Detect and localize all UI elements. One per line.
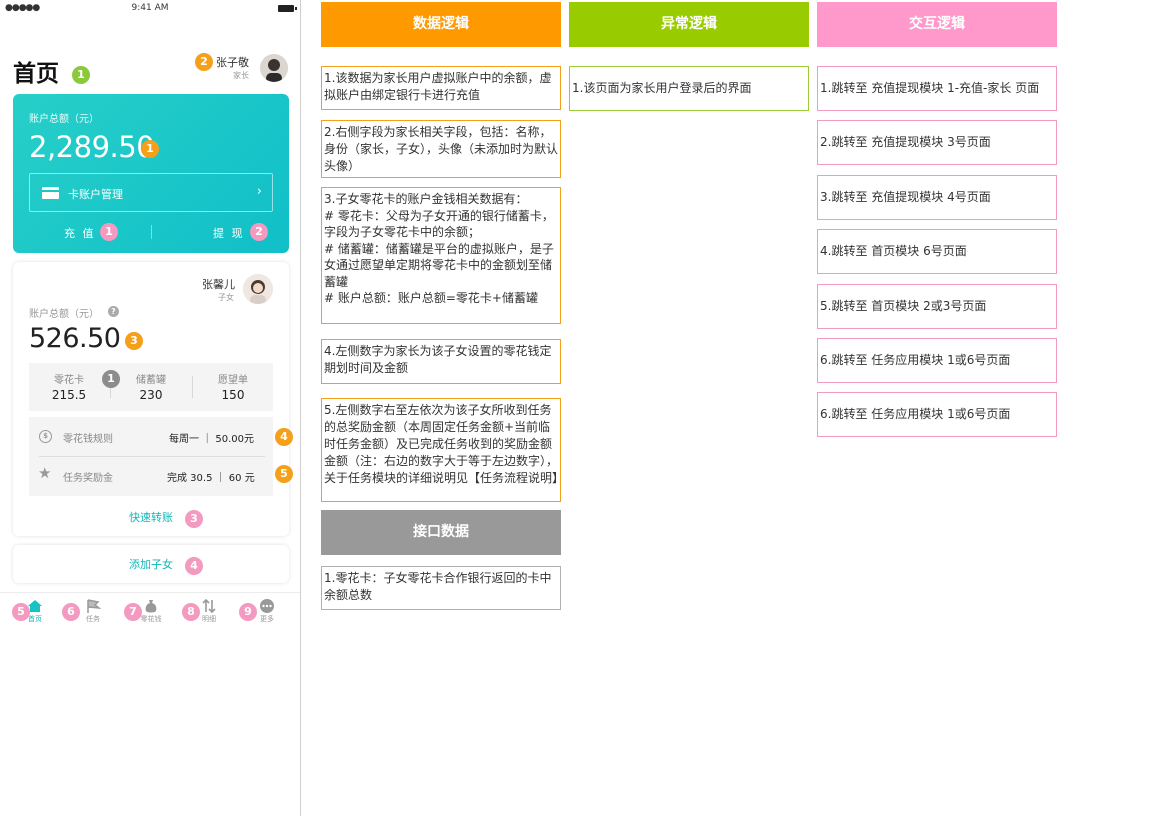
status-bar: ●●●●● 9:41 AM <box>0 0 300 18</box>
page-title: 首页 <box>13 61 59 87</box>
badge-recharge: 1 <box>100 223 118 241</box>
interaction-logic-header: 交互逻辑 <box>817 2 1057 47</box>
more-icon <box>259 598 275 613</box>
badge-withdraw: 2 <box>250 223 268 241</box>
parent-avatar[interactable] <box>260 54 288 82</box>
parent-role: 家长 <box>233 71 249 80</box>
interaction-logic-note: 4.跳转至 首页模块 6号页面 <box>817 229 1057 274</box>
interaction-logic-note: 3.跳转至 充值提现模块 4号页面 <box>817 175 1057 220</box>
button-divider <box>151 225 152 239</box>
exception-logic-header: 异常逻辑 <box>569 2 809 47</box>
stat-wishlist[interactable]: 愿望单 150 <box>193 371 273 402</box>
child-name: 张馨儿 <box>202 278 235 291</box>
parent-name: 张子敬 <box>216 56 249 69</box>
data-logic-note: 2.右侧字段为家长相关字段，包括：名称，身份（家长，子女），头像（未添加时为默认… <box>321 120 561 178</box>
allowance-rule-label: 零花钱规则 <box>63 434 113 445</box>
badge-parent: 2 <box>195 53 213 71</box>
account-total-label: 账户总额（元） <box>29 114 99 125</box>
exception-logic-note: 1.该页面为家长用户登录后的界面 <box>569 66 809 111</box>
badge-tab-detail: 8 <box>182 603 200 621</box>
badge-tab-more: 9 <box>239 603 257 621</box>
interaction-logic-note: 6.跳转至 任务应用模块 1或6号页面 <box>817 392 1057 437</box>
badge-stats: 1 <box>102 370 120 388</box>
task-reward-label: 任务奖励金 <box>63 473 113 484</box>
parent-avatar-image <box>260 54 288 82</box>
data-logic-note: 5.左侧数字右至左依次为该子女所收到任务的总奖励金额（本周固定任务金额+当前临时… <box>321 398 564 502</box>
interface-data-note: 1.零花卡：子女零花卡合作银行返回的卡中余额总数 <box>321 566 561 610</box>
stat-label: 零花卡 <box>54 375 84 386</box>
account-total-amount: 2,289.50 <box>29 130 155 164</box>
status-time: 9:41 AM <box>131 3 169 13</box>
card-icon <box>42 187 59 199</box>
stat-label: 愿望单 <box>218 375 248 386</box>
stat-value: 215.5 <box>51 388 87 402</box>
help-icon[interactable]: ? <box>108 306 119 317</box>
star-icon: ★ <box>38 464 52 482</box>
child-rules: $ 零花钱规则 每周一 ｜ 50.00元 ★ 任务奖励金 完成 30.5 ｜ 6… <box>29 417 273 496</box>
task-reward-value: 完成 30.5 ｜ 60 元 <box>167 473 255 484</box>
child-account-total-label: 账户总额（元） <box>29 309 99 320</box>
stat-savings-jar[interactable]: 储蓄罐 230 <box>111 371 191 402</box>
data-logic-note: 4.左侧数字为家长为该子女设置的零花钱定期划时间及金额 <box>321 339 561 384</box>
badge-add-child: 4 <box>185 557 203 575</box>
allowance-rule-value: 每周一 ｜ 50.00元 <box>169 434 254 445</box>
badge-tab-home: 5 <box>12 603 30 621</box>
child-stats: 零花卡 215.5 储蓄罐 230 愿望单 150 <box>29 363 273 411</box>
card-account-manage-button[interactable]: 卡账户管理 › <box>29 173 273 212</box>
interaction-logic-note: 1.跳转至 充值提现模块 1-充值-家长 页面 <box>817 66 1057 111</box>
stat-value: 150 <box>221 388 245 402</box>
money-bag-icon <box>143 598 159 613</box>
child-avatar-image <box>243 274 273 304</box>
add-child-button[interactable]: 添加子女 <box>13 556 289 572</box>
flag-icon <box>85 598 102 613</box>
badge-tab-task: 6 <box>62 603 80 621</box>
interaction-logic-note: 2.跳转至 充值提现模块 3号页面 <box>817 120 1057 165</box>
parent-account-card: 账户总额（元） 2,289.50 1 卡账户管理 › 充 值 1 提 现 2 <box>13 94 289 253</box>
badge-task: 5 <box>275 465 293 483</box>
child-account-card: 张馨儿 子女 账户总额（元） ? 526.50 3 零花卡 215.5 储蓄罐 … <box>13 262 293 536</box>
badge-title: 1 <box>72 66 90 84</box>
child-account-total-amount: 526.50 <box>29 323 121 354</box>
badge-tab-money: 7 <box>124 603 142 621</box>
add-child-card: 添加子女 4 <box>13 545 289 583</box>
interaction-logic-note: 6.跳转至 任务应用模块 1或6号页面 <box>817 338 1057 383</box>
badge-main-amount: 1 <box>141 140 159 158</box>
transfer-icon <box>201 598 217 614</box>
badge-child-amount: 3 <box>125 332 143 350</box>
badge-allowance: 4 <box>275 428 293 446</box>
row-divider <box>39 456 265 457</box>
child-role: 子女 <box>218 293 234 302</box>
child-avatar[interactable] <box>243 274 273 304</box>
badge-transfer: 3 <box>185 510 203 528</box>
coin-icon: $ <box>39 430 52 443</box>
stat-label: 储蓄罐 <box>136 375 166 386</box>
stat-allowance-card[interactable]: 零花卡 215.5 <box>29 371 109 402</box>
quick-transfer-button[interactable]: 快速转账 <box>13 509 289 525</box>
battery-icon <box>278 5 297 12</box>
stat-value: 230 <box>139 388 163 402</box>
withdraw-button[interactable]: 提 现 <box>213 225 245 241</box>
phone-screen: ●●●●● 9:41 AM 首页 1 2 张子敬 家长 账户总额（元） 2,28… <box>0 0 301 816</box>
data-logic-note: 1.该数据为家长用户虚拟账户中的余额，虚拟账户由绑定银行卡进行充值 <box>321 66 561 110</box>
card-account-manage-label: 卡账户管理 <box>68 188 123 201</box>
data-logic-note: 3.子女零花卡的账户金钱相关数据有： # 零花卡：父母为子女开通的银行储蓄卡，字… <box>321 187 561 324</box>
tab-bar: 首页 任务 零花钱 明细 更多 5 6 7 8 9 <box>0 592 300 632</box>
chevron-right-icon: › <box>256 184 262 199</box>
interaction-logic-note: 5.跳转至 首页模块 2或3号页面 <box>817 284 1057 329</box>
interface-data-header: 接口数据 <box>321 510 561 555</box>
recharge-button[interactable]: 充 值 <box>64 225 96 241</box>
data-logic-header: 数据逻辑 <box>321 2 561 47</box>
